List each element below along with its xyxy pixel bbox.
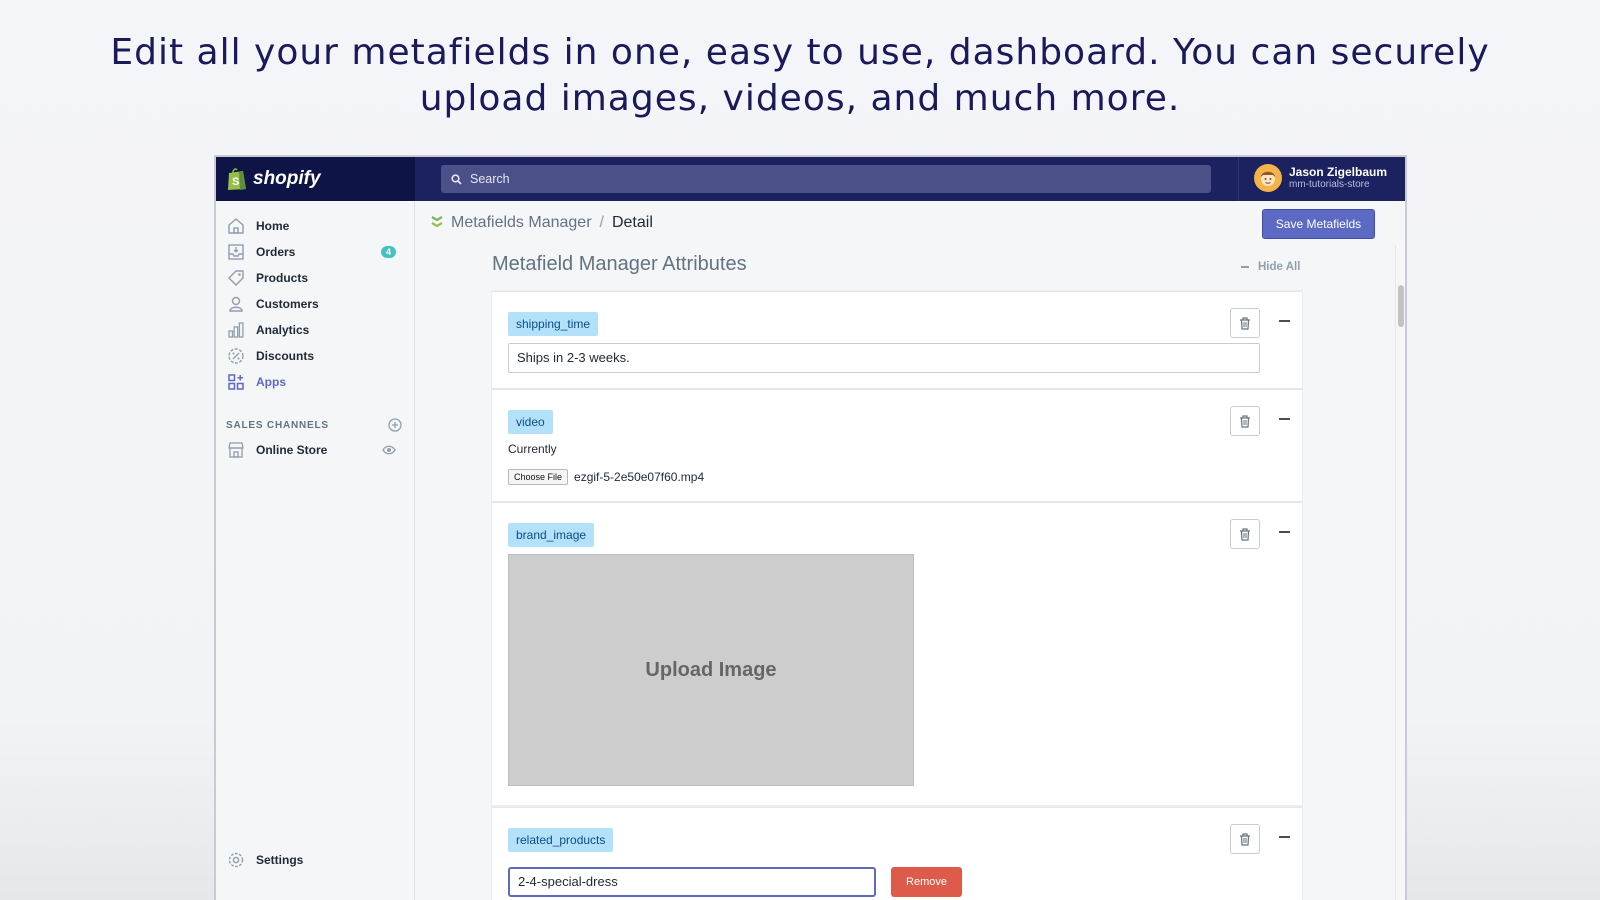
metafield-card-video: video Currently Choose File ezgif-5-2e50… bbox=[492, 389, 1302, 501]
user-menu[interactable]: Jason Zigelbaum mm-tutorials-store bbox=[1254, 164, 1387, 192]
trash-icon bbox=[1240, 414, 1250, 428]
hide-all-label: Hide All bbox=[1258, 261, 1301, 273]
search-icon bbox=[451, 173, 462, 185]
metafield-key-tag: related_products bbox=[508, 828, 614, 852]
breadcrumb-current: Detail bbox=[611, 214, 653, 231]
metafield-key-tag: video bbox=[508, 410, 553, 434]
choose-file-button[interactable]: Choose File bbox=[508, 469, 569, 485]
user-store: mm-tutorials-store bbox=[1289, 179, 1370, 190]
main-content: Metafields Manager / Detail Save Metafie… bbox=[415, 201, 1405, 900]
orders-count-badge: 4 bbox=[381, 246, 396, 258]
remove-button[interactable]: Remove bbox=[891, 867, 962, 897]
hide-all-button[interactable]: Hide All bbox=[1241, 261, 1300, 273]
person-icon bbox=[226, 294, 246, 314]
topbar-divider bbox=[1238, 157, 1239, 201]
sidebar-item-online-store[interactable]: Online Store bbox=[226, 439, 406, 461]
headline-line-1: Edit all your metafields in one, easy to… bbox=[110, 32, 1490, 73]
metafield-card-brand-image: brand_image Upload Image bbox=[492, 502, 1302, 805]
tag-icon bbox=[226, 268, 246, 288]
headline-line-2: upload images, videos, and much more. bbox=[419, 78, 1181, 119]
marketing-headline: Edit all your metafields in one, easy to… bbox=[0, 30, 1600, 122]
sidebar-item-label: Apps bbox=[256, 375, 286, 389]
orders-icon bbox=[226, 242, 246, 262]
sidebar-item-label: Products bbox=[256, 271, 309, 285]
avatar bbox=[1254, 164, 1282, 192]
delete-metafield-button[interactable] bbox=[1230, 406, 1260, 436]
currently-label: Currently bbox=[508, 442, 557, 456]
eye-icon[interactable] bbox=[382, 443, 396, 457]
svg-text:S: S bbox=[232, 176, 239, 188]
shopify-logo[interactable]: S shopify bbox=[216, 157, 415, 201]
sidebar-item-settings[interactable]: Settings bbox=[226, 849, 406, 871]
search-placeholder: Search bbox=[470, 172, 510, 186]
scrollbar-thumb[interactable] bbox=[1398, 285, 1404, 327]
metafield-card-shipping-time: shipping_time Ships in 2-3 weeks. bbox=[492, 291, 1302, 388]
metafields-app-icon bbox=[431, 216, 443, 228]
add-channel-icon[interactable] bbox=[388, 418, 402, 432]
trash-icon bbox=[1240, 316, 1250, 330]
trash-icon bbox=[1240, 832, 1250, 846]
shipping-time-input[interactable]: Ships in 2-3 weeks. bbox=[508, 343, 1260, 373]
shopify-bag-icon: S bbox=[228, 168, 246, 190]
breadcrumb-separator: / bbox=[599, 214, 604, 231]
section-title: Metafield Manager Attributes bbox=[492, 253, 747, 275]
upload-image-dropzone[interactable]: Upload Image bbox=[508, 554, 914, 786]
home-icon bbox=[226, 216, 246, 236]
sidebar-item-home[interactable]: Home bbox=[226, 215, 406, 237]
delete-metafield-button[interactable] bbox=[1230, 824, 1260, 854]
top-bar: S shopify Search Jason Zigelbaum mm-tuto… bbox=[216, 157, 1405, 201]
metafield-key-tag: brand_image bbox=[508, 523, 595, 547]
breadcrumb: Metafields Manager / Detail bbox=[415, 201, 1395, 245]
minus-icon bbox=[1241, 266, 1249, 268]
apps-icon bbox=[226, 372, 246, 392]
collapse-icon[interactable] bbox=[1279, 531, 1290, 533]
bar-chart-icon bbox=[226, 320, 246, 340]
collapse-icon[interactable] bbox=[1279, 836, 1290, 838]
metafield-key-tag: shipping_time bbox=[508, 312, 599, 336]
brand-name: shopify bbox=[253, 168, 321, 189]
user-name: Jason Zigelbaum bbox=[1289, 165, 1388, 179]
gear-icon bbox=[226, 850, 246, 870]
sidebar-item-label: Customers bbox=[256, 297, 319, 311]
sidebar-item-analytics[interactable]: Analytics bbox=[226, 319, 406, 341]
collapse-icon[interactable] bbox=[1279, 320, 1290, 322]
sales-channels-heading: SALES CHANNELS bbox=[226, 420, 329, 431]
sidebar-item-label: Home bbox=[256, 219, 290, 233]
save-metafields-button[interactable]: Save Metafields bbox=[1262, 209, 1375, 239]
file-name: ezgif-5-2e50e07f60.mp4 bbox=[574, 470, 705, 484]
sidebar-item-apps[interactable]: Apps bbox=[226, 371, 406, 393]
file-picker: Choose File ezgif-5-2e50e07f60.mp4 bbox=[508, 469, 704, 485]
metafield-card-related-products: related_products 2-4-special-dress Remov… bbox=[492, 807, 1302, 900]
sidebar-item-label: Settings bbox=[256, 853, 304, 867]
search-input[interactable]: Search bbox=[441, 165, 1211, 193]
collapse-icon[interactable] bbox=[1279, 418, 1290, 420]
discount-icon bbox=[226, 346, 246, 366]
sidebar-item-label: Analytics bbox=[256, 323, 310, 337]
sidebar-item-customers[interactable]: Customers bbox=[226, 293, 406, 315]
sidebar-item-orders[interactable]: Orders 4 bbox=[226, 241, 406, 263]
delete-metafield-button[interactable] bbox=[1230, 519, 1260, 549]
sidebar-item-discounts[interactable]: Discounts bbox=[226, 345, 406, 367]
app-window: S shopify Search Jason Zigelbaum mm-tuto… bbox=[214, 155, 1407, 900]
sidebar: Home Orders 4 Products Customers Analyti… bbox=[216, 201, 415, 900]
breadcrumb-app-link[interactable]: Metafields Manager bbox=[451, 214, 592, 232]
scrollbar[interactable] bbox=[1395, 245, 1405, 900]
sidebar-item-label: Orders bbox=[256, 245, 296, 259]
trash-icon bbox=[1240, 527, 1250, 541]
related-product-input[interactable]: 2-4-special-dress bbox=[508, 867, 876, 897]
sidebar-item-products[interactable]: Products bbox=[226, 267, 406, 289]
avatar-face-icon bbox=[1261, 171, 1275, 186]
sidebar-item-label: Online Store bbox=[256, 443, 328, 457]
store-icon bbox=[226, 440, 246, 460]
delete-metafield-button[interactable] bbox=[1230, 308, 1260, 338]
sidebar-item-label: Discounts bbox=[256, 349, 315, 363]
